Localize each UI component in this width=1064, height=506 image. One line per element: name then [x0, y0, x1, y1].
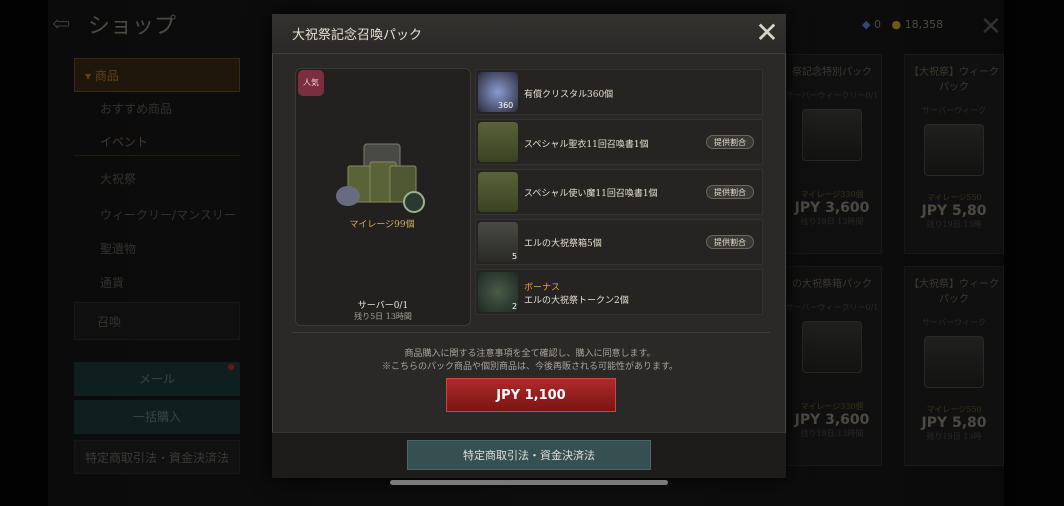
home-indicator[interactable]: [390, 480, 668, 485]
close-icon[interactable]: ✕: [752, 18, 782, 48]
item-name: エルの大祝祭トークン2個: [524, 296, 629, 306]
buy-button[interactable]: JPY 1,100: [446, 378, 616, 412]
item-row: [475, 269, 763, 315]
drop-rate-button[interactable]: 提供割合: [706, 235, 754, 249]
item-row: [475, 69, 763, 115]
divider: [292, 332, 770, 333]
item-name: スペシャル使い魔11回召喚書1個: [524, 189, 658, 199]
popular-badge: 人気: [298, 70, 324, 96]
server-limit: サーバー0/1: [357, 301, 409, 311]
trade-law-button[interactable]: 特定商取引法・資金決済法: [407, 440, 651, 470]
drop-rate-button[interactable]: 提供割合: [706, 135, 754, 149]
familiar-summon-scroll-icon: [478, 172, 518, 212]
item-name: エルの大祝祭箱5個: [524, 239, 602, 249]
time-remaining: 残り5日 13時間: [354, 312, 412, 321]
drop-rate-button[interactable]: 提供割合: [706, 185, 754, 199]
modal-title: 大祝祭記念召喚パック: [292, 28, 423, 43]
item-count: 5: [512, 252, 518, 261]
item-name: 有償クリスタル360個: [524, 90, 614, 100]
bonus-label: ボーナス: [524, 283, 561, 293]
mileage-label: マイレージ99個: [349, 220, 415, 230]
purchase-notice: 商品購入に関する注意事項を全て確認し、購入に同意します。: [404, 349, 656, 359]
pack-bundle-icon: [336, 143, 425, 213]
item-name: スペシャル聖衣11回召喚書1個: [524, 140, 649, 150]
resale-notice: ※こちらのパック商品や個別商品は、今後再販される可能性があります。: [381, 362, 679, 372]
item-count: 2: [512, 302, 518, 311]
costume-summon-scroll-icon: [478, 122, 518, 162]
item-count: 360: [498, 101, 514, 110]
